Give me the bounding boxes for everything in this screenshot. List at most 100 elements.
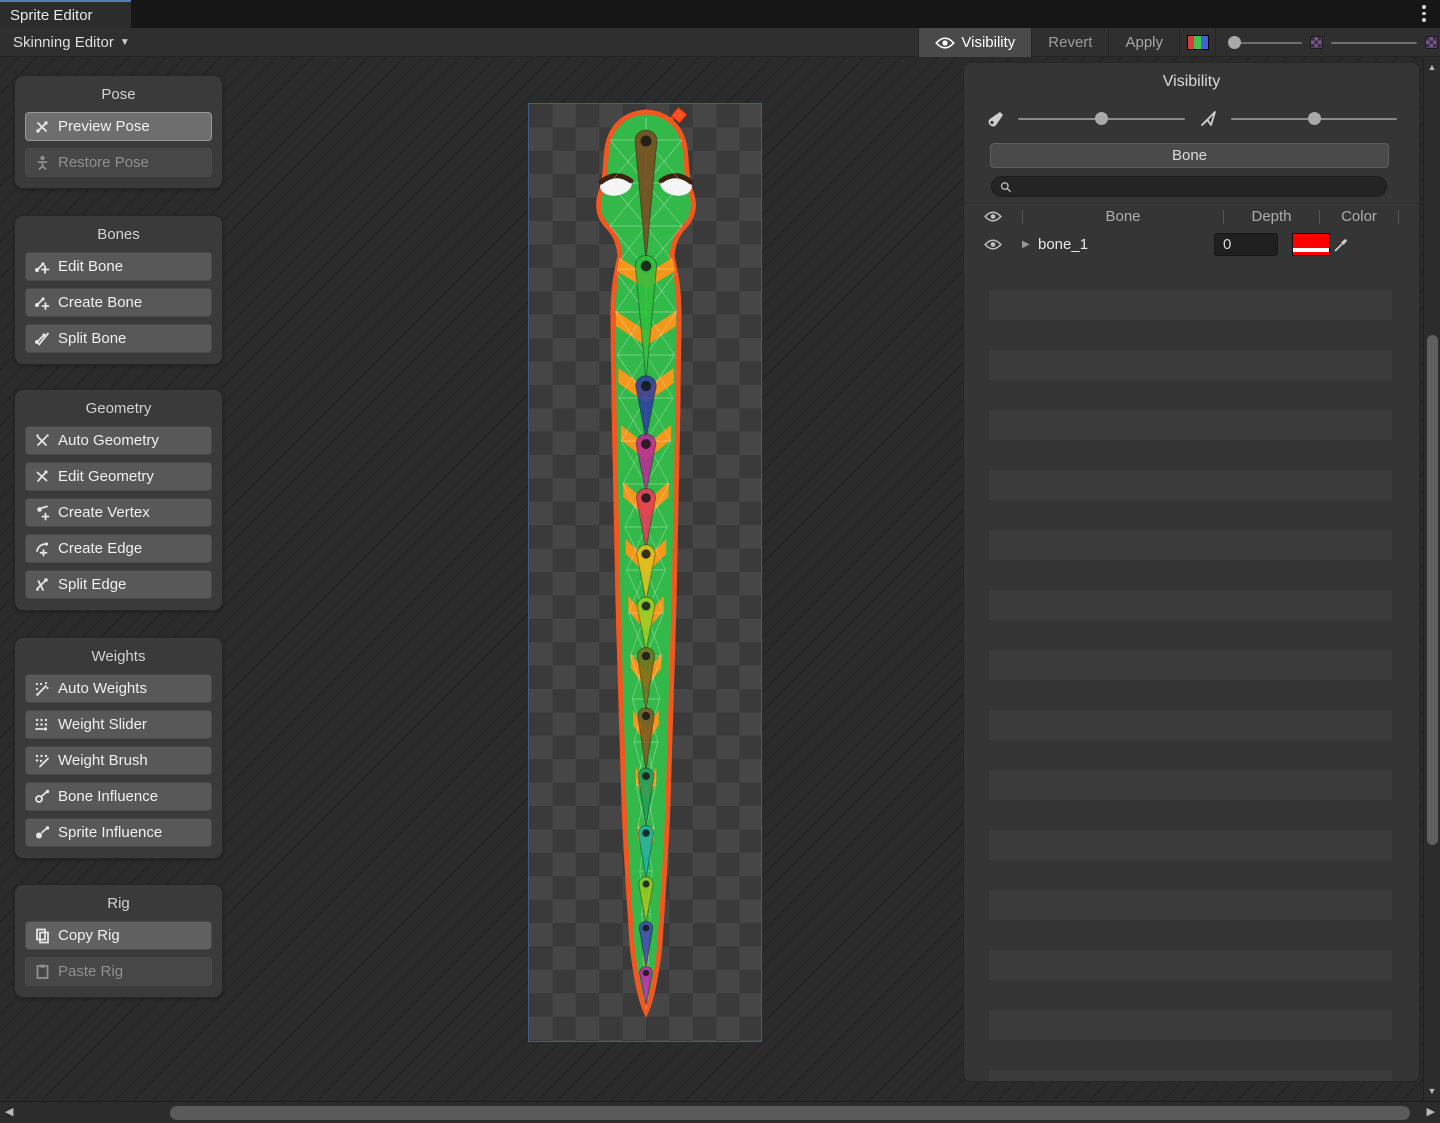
horizontal-scrollbar[interactable]: ◀ ▶: [0, 1101, 1440, 1123]
bone-row[interactable]: ▶ bone_1: [964, 229, 1419, 260]
edit-geometry-button[interactable]: Edit Geometry: [25, 462, 212, 491]
weights-panel-title: Weights: [25, 645, 212, 674]
create-edge-button[interactable]: Create Edge: [25, 534, 212, 563]
empty-list-row: [989, 470, 1392, 500]
restore-pose-button[interactable]: Restore Pose: [25, 148, 212, 177]
auto-weights-icon: [34, 680, 51, 697]
paste-rig-icon: [34, 963, 51, 980]
auto-weights-button[interactable]: Auto Weights: [25, 674, 212, 703]
horizontal-scroll-thumb[interactable]: [170, 1106, 1410, 1120]
column-color: Color: [1320, 208, 1398, 225]
visibility-toggle-label: Visibility: [961, 34, 1015, 51]
column-bone: Bone: [1023, 208, 1223, 225]
apply-button[interactable]: Apply: [1108, 28, 1179, 57]
opacity-slider-zone: [1215, 28, 1440, 57]
preview-pose-label: Preview Pose: [58, 118, 150, 135]
weight-brush-button[interactable]: Weight Brush: [25, 746, 212, 775]
scroll-up-icon[interactable]: ▲: [1424, 62, 1440, 72]
copy-rig-button[interactable]: Copy Rig: [25, 921, 212, 950]
bone-search-field[interactable]: [991, 176, 1387, 197]
empty-list-row: [989, 530, 1392, 560]
bone-influence-icon: [34, 788, 51, 805]
split-bone-button[interactable]: Split Bone: [25, 324, 212, 353]
bone-color-value: [1293, 234, 1329, 248]
bone-opacity-slider[interactable]: [1018, 118, 1185, 120]
edit-bone-label: Edit Bone: [58, 258, 123, 275]
chevron-down-icon: ▼: [120, 37, 130, 48]
bone-name: bone_1: [1038, 236, 1214, 253]
visibility-toggle-button[interactable]: Visibility: [918, 28, 1031, 57]
tab-sprite-editor[interactable]: Sprite Editor: [0, 0, 131, 28]
skinning-editor-dropdown[interactable]: Skinning Editor ▼: [5, 28, 138, 57]
sprite-opacity-knob[interactable]: [1228, 36, 1241, 49]
split-edge-button[interactable]: Split Edge: [25, 570, 212, 599]
sprite-influence-icon: [34, 824, 51, 841]
bones-panel-title: Bones: [25, 223, 212, 252]
eyedropper-icon[interactable]: [1333, 237, 1349, 253]
scroll-left-icon[interactable]: ◀: [5, 1105, 13, 1118]
sprite-opacity-slider[interactable]: [1230, 42, 1302, 44]
empty-list-row: [989, 590, 1392, 620]
empty-list-row: [989, 890, 1392, 920]
create-vertex-button[interactable]: Create Vertex: [25, 498, 212, 527]
preview-pose-button[interactable]: Preview Pose: [25, 112, 212, 141]
empty-list-row: [989, 950, 1392, 980]
search-icon: [1000, 181, 1011, 193]
create-vertex-icon: [34, 504, 51, 521]
vertical-scroll-thumb[interactable]: [1427, 335, 1438, 845]
visibility-panel-title: Visibility: [964, 63, 1419, 91]
window-tab-bar: Sprite Editor: [0, 0, 1440, 28]
rig-panel: Rig Copy Rig Paste Rig: [14, 884, 223, 998]
paste-rig-button[interactable]: Paste Rig: [25, 957, 212, 986]
rgb-channels-button[interactable]: [1179, 28, 1215, 57]
empty-list-row: [989, 770, 1392, 800]
bone-opacity-knob[interactable]: [1095, 112, 1108, 125]
mesh-opacity-icon: [1199, 109, 1219, 129]
weight-slider-button[interactable]: Weight Slider: [25, 710, 212, 739]
mesh-opacity-slider-panel[interactable]: [1231, 118, 1398, 120]
eye-column-icon: [984, 210, 1002, 223]
auto-geometry-icon: [34, 432, 51, 449]
edit-geometry-label: Edit Geometry: [58, 468, 154, 485]
auto-geometry-button[interactable]: Auto Geometry: [25, 426, 212, 455]
weight-slider-icon: [34, 716, 51, 733]
search-input[interactable]: [1016, 179, 1378, 194]
empty-list-row: [989, 410, 1392, 440]
depth-input[interactable]: [1214, 233, 1278, 256]
empty-list-row: [989, 830, 1392, 860]
vertical-scrollbar[interactable]: ▲ ▼: [1423, 57, 1440, 1101]
scroll-down-icon[interactable]: ▼: [1424, 1086, 1440, 1096]
weight-slider-label: Weight Slider: [58, 716, 147, 733]
bone-list-rows: [964, 260, 1419, 1081]
sprite-influence-label: Sprite Influence: [58, 824, 162, 841]
tab-sprite-editor-label: Sprite Editor: [10, 7, 93, 24]
foldout-triangle-icon[interactable]: ▶: [1022, 239, 1038, 250]
edit-geometry-icon: [34, 468, 51, 485]
paste-rig-label: Paste Rig: [58, 963, 123, 980]
scroll-right-icon[interactable]: ▶: [1427, 1105, 1435, 1118]
bone-tab[interactable]: Bone: [990, 143, 1389, 168]
mesh-opacity-slider[interactable]: [1331, 42, 1417, 44]
split-bone-label: Split Bone: [58, 330, 126, 347]
visibility-panel: Visibility Bone: [963, 62, 1420, 1082]
bone-color-swatch[interactable]: [1292, 233, 1330, 256]
kebab-menu-icon[interactable]: [1422, 5, 1426, 22]
pose-panel: Pose Preview Pose Restore Pose: [14, 75, 223, 189]
create-bone-button[interactable]: Create Bone: [25, 288, 212, 317]
edit-bone-button[interactable]: Edit Bone: [25, 252, 212, 281]
sprite-canvas[interactable]: [528, 103, 762, 1042]
bone-influence-button[interactable]: Bone Influence: [25, 782, 212, 811]
create-bone-label: Create Bone: [58, 294, 142, 311]
weight-brush-label: Weight Brush: [58, 752, 148, 769]
restore-pose-icon: [34, 154, 51, 171]
empty-list-row: [989, 650, 1392, 680]
revert-button[interactable]: Revert: [1031, 28, 1108, 57]
restore-pose-label: Restore Pose: [58, 154, 149, 171]
split-bone-icon: [34, 330, 51, 347]
alpha-checker-icon-2: [1425, 36, 1438, 49]
bone-influence-label: Bone Influence: [58, 788, 158, 805]
sprite-influence-button[interactable]: Sprite Influence: [25, 818, 212, 847]
mesh-opacity-knob[interactable]: [1308, 112, 1321, 125]
row-visibility-toggle[interactable]: [964, 238, 1022, 251]
column-depth: Depth: [1224, 208, 1319, 225]
